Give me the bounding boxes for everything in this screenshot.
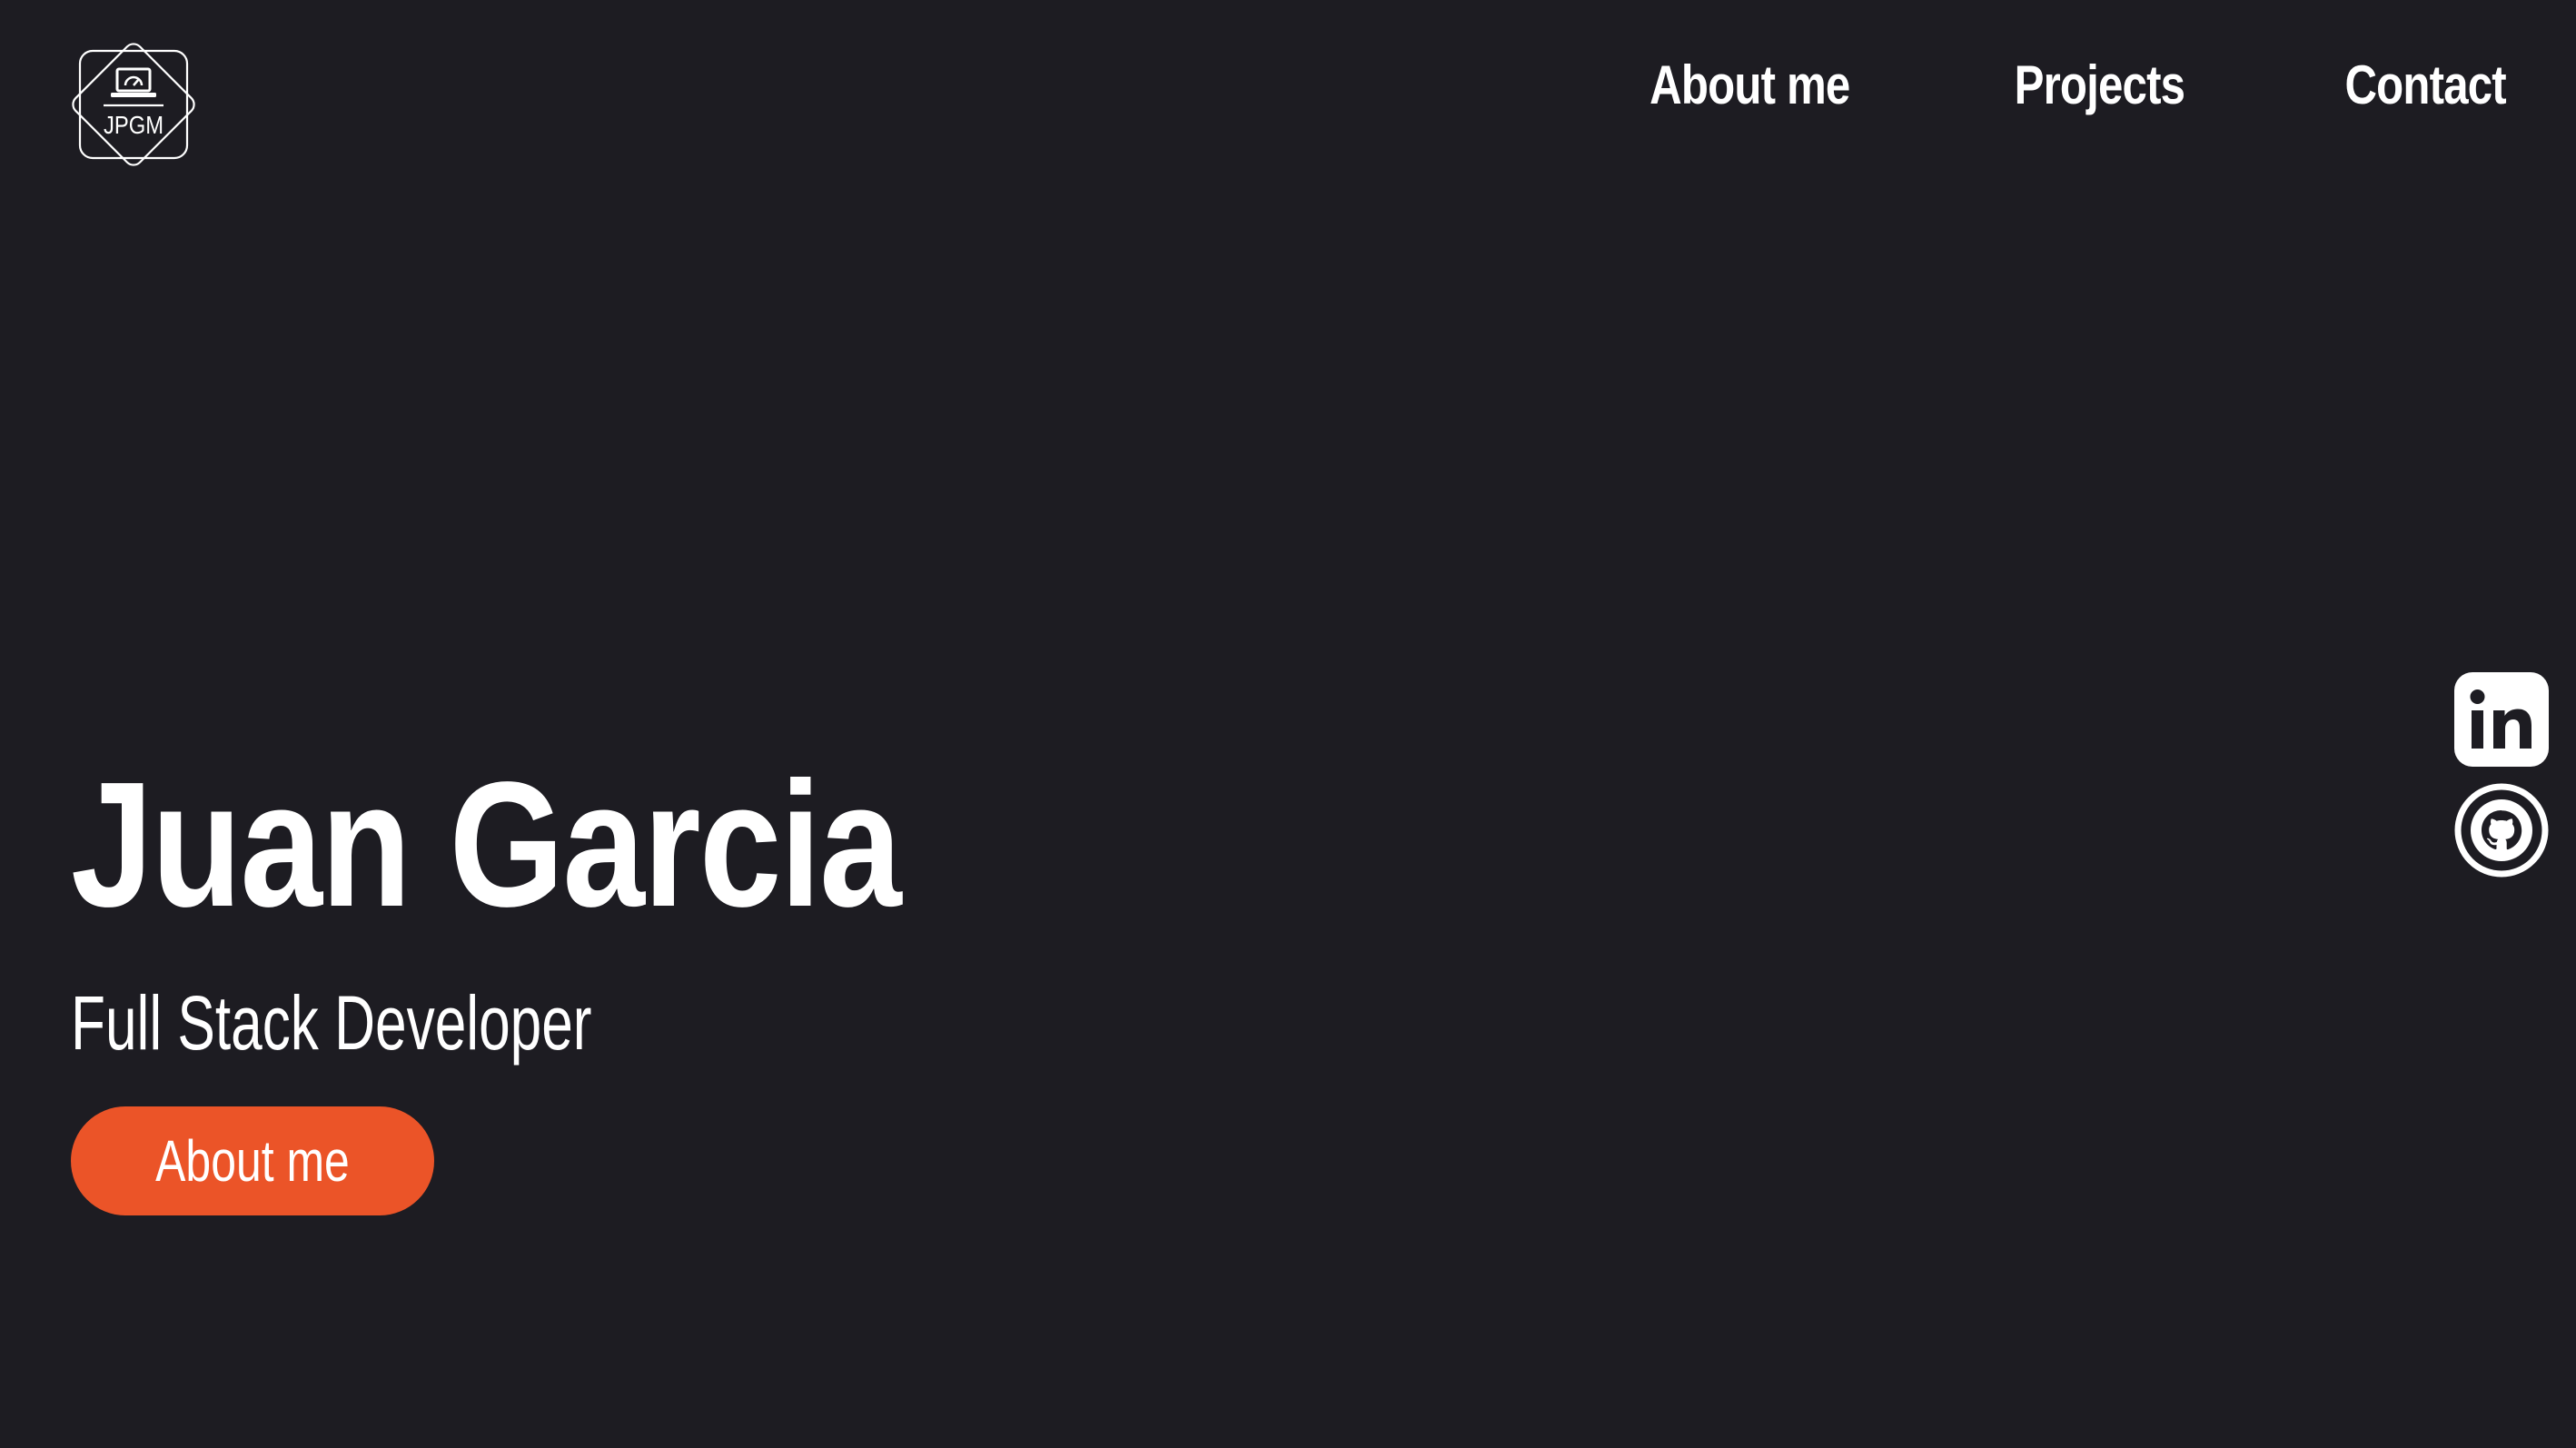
social-links bbox=[2454, 672, 2549, 878]
main-nav: About me Projects Contact bbox=[1628, 40, 2523, 131]
about-me-button-label: About me bbox=[155, 1128, 350, 1194]
page: JPGM About me Projects Contact Juan Garc… bbox=[0, 0, 2576, 1448]
about-me-button[interactable]: About me bbox=[71, 1106, 434, 1215]
logo-text: JPGM bbox=[104, 110, 163, 139]
laptop-icon bbox=[111, 67, 156, 97]
linkedin-link[interactable] bbox=[2454, 672, 2549, 767]
logo-link[interactable]: JPGM bbox=[60, 31, 207, 178]
nav-link-about[interactable]: About me bbox=[1650, 40, 1850, 131]
github-link[interactable] bbox=[2454, 783, 2549, 878]
hero-role: Full Stack Developer bbox=[71, 980, 592, 1066]
linkedin-icon bbox=[2454, 672, 2549, 767]
github-icon bbox=[2454, 783, 2549, 878]
nav-link-contact[interactable]: Contact bbox=[2344, 40, 2506, 131]
hero-name: Juan Garcia bbox=[71, 745, 902, 944]
logo-mark: JPGM bbox=[72, 43, 195, 166]
nav-link-projects[interactable]: Projects bbox=[2014, 40, 2185, 131]
